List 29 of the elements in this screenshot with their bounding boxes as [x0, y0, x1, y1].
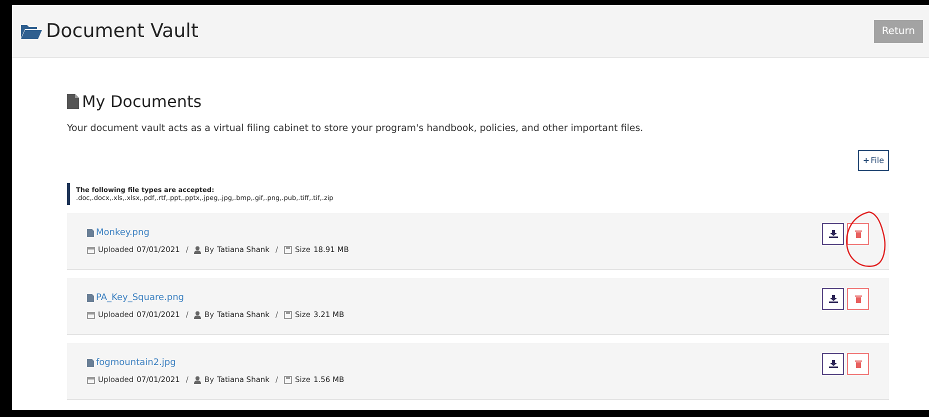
calendar-icon	[87, 310, 95, 318]
file-icon	[87, 359, 94, 367]
download-icon	[828, 230, 838, 238]
trash-icon	[854, 360, 862, 368]
trash-icon	[854, 230, 862, 238]
user-icon	[194, 376, 202, 384]
delete-button[interactable]	[847, 223, 869, 245]
section-title: My Documents	[82, 92, 202, 111]
file-icon	[87, 229, 94, 237]
page-title: Document Vault	[46, 20, 198, 42]
file-link[interactable]: PA_Key_Square.png	[96, 293, 184, 303]
download-button[interactable]	[822, 288, 844, 310]
folder-icon	[20, 23, 42, 39]
file-link[interactable]: fogmountain2.jpg	[96, 358, 176, 368]
user-icon	[194, 246, 202, 254]
download-button[interactable]	[822, 353, 844, 375]
document-icon	[67, 94, 79, 109]
add-file-button[interactable]: +File	[858, 150, 889, 171]
download-button[interactable]	[822, 223, 844, 245]
user-icon	[194, 310, 202, 318]
calendar-icon	[87, 376, 95, 384]
file-icon	[87, 294, 94, 302]
trash-icon	[854, 295, 862, 303]
return-button[interactable]: Return	[874, 20, 923, 42]
section-description: Your document vault acts as a virtual filing cabinet to store your program's handbook, policies, and other important files.	[67, 123, 644, 134]
file-link[interactable]: Monkey.png	[96, 228, 150, 238]
download-icon	[828, 295, 838, 303]
download-icon	[828, 360, 838, 368]
calendar-icon	[87, 246, 95, 254]
